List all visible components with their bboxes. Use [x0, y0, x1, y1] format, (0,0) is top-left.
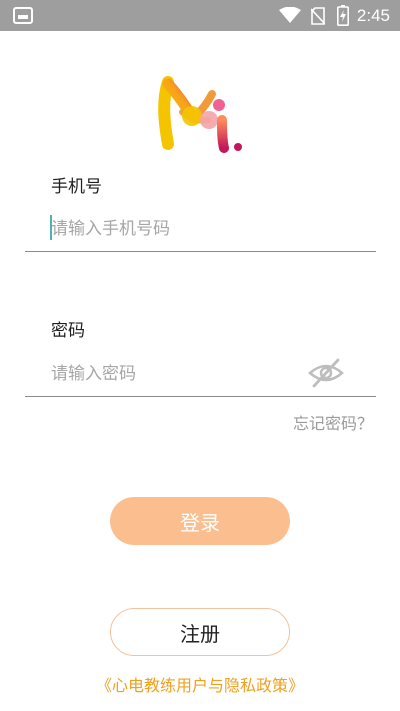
status-time: 2:45 [356, 5, 390, 25]
wifi-icon [278, 7, 301, 23]
no-sim-icon [310, 6, 325, 25]
forgot-password-link[interactable]: 忘记密码？ [293, 410, 373, 434]
privacy-policy-link[interactable]: 《心电教练用户与隐私政策》 [0, 672, 400, 696]
text-cursor [50, 215, 52, 240]
phone-divider [25, 251, 376, 252]
status-bar: 2:45 [0, 0, 400, 31]
app-logo [158, 76, 242, 153]
eye-off-icon[interactable] [308, 357, 344, 389]
phone-input[interactable] [51, 215, 351, 243]
phone-label: 手机号 [51, 177, 102, 197]
register-button[interactable]: 注册 [110, 608, 290, 656]
password-divider [25, 396, 376, 397]
login-button[interactable]: 登录 [110, 497, 290, 545]
screen-icon [13, 7, 33, 24]
password-input[interactable] [51, 360, 301, 388]
battery-charging-icon [336, 5, 349, 26]
password-label: 密码 [51, 321, 85, 341]
